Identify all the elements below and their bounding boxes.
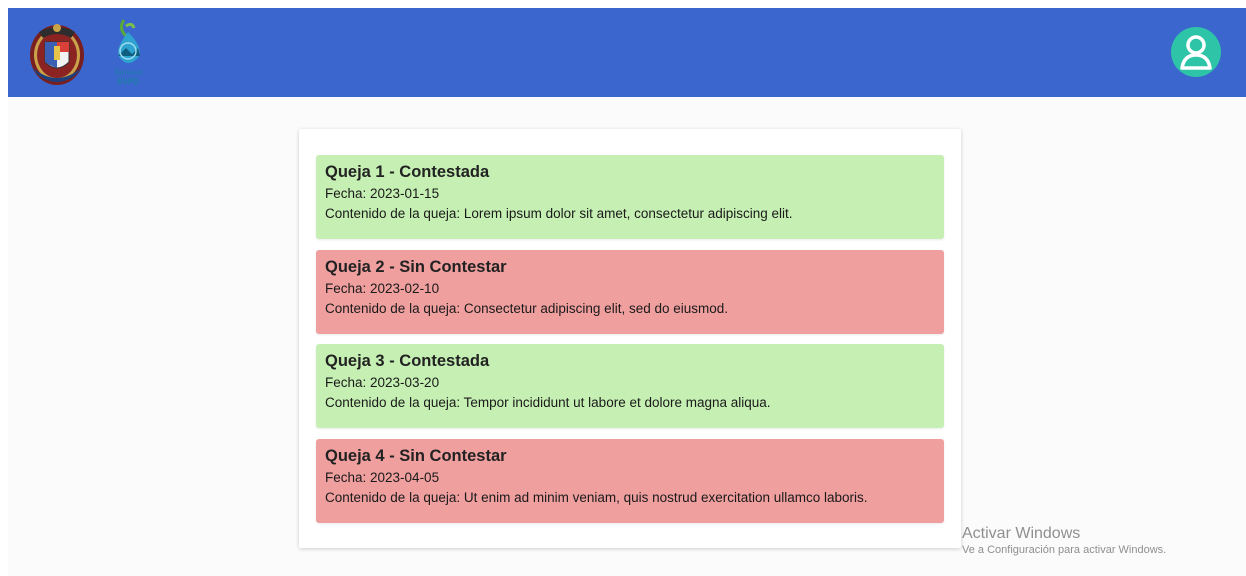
tamesis-logo-name: Tamesis: [113, 68, 143, 77]
complaint-date: Fecha: 2023-03-20: [325, 375, 440, 390]
complaint-content: Contenido de la queja: Consectetur adipi…: [325, 301, 729, 316]
complaints-panel: Queja 1 - Contestada Fecha: 2023-01-15 C…: [299, 129, 961, 548]
water-drop-icon: [118, 19, 140, 63]
tamesis-espd-logo[interactable]: Tamesis ESPD: [104, 18, 168, 88]
complaint-date: Fecha: 2023-04-05: [325, 470, 440, 485]
complaint-card-4[interactable]: Queja 4 - Sin Contestar Fecha: 2023-04-0…: [316, 439, 944, 523]
user-avatar-icon: [1171, 27, 1221, 77]
complaint-title: Queja 3 - Contestada: [325, 352, 490, 370]
complaint-card-2[interactable]: Queja 2 - Sin Contestar Fecha: 2023-02-1…: [316, 250, 944, 334]
municipal-seal-logo[interactable]: [27, 18, 87, 88]
complaint-title: Queja 4 - Sin Contestar: [325, 447, 507, 465]
complaint-card-1[interactable]: Queja 1 - Contestada Fecha: 2023-01-15 C…: [316, 155, 944, 239]
top-header-bar: [8, 8, 1246, 97]
complaint-title: Queja 1 - Contestada: [325, 163, 490, 181]
complaint-date: Fecha: 2023-02-10: [325, 281, 440, 296]
user-avatar-button[interactable]: [1170, 26, 1222, 78]
municipal-seal-icon: [30, 24, 84, 85]
complaint-content: Contenido de la queja: Lorem ipsum dolor…: [325, 206, 793, 221]
complaint-title: Queja 2 - Sin Contestar: [325, 258, 507, 276]
espd-logo-text: ESPD: [117, 77, 139, 86]
complaint-date: Fecha: 2023-01-15: [325, 186, 440, 201]
complaint-content: Contenido de la queja: Ut enim ad minim …: [325, 490, 868, 505]
complaint-card-3[interactable]: Queja 3 - Contestada Fecha: 2023-03-20 C…: [316, 344, 944, 428]
complaint-content: Contenido de la queja: Tempor incididunt…: [325, 395, 771, 410]
